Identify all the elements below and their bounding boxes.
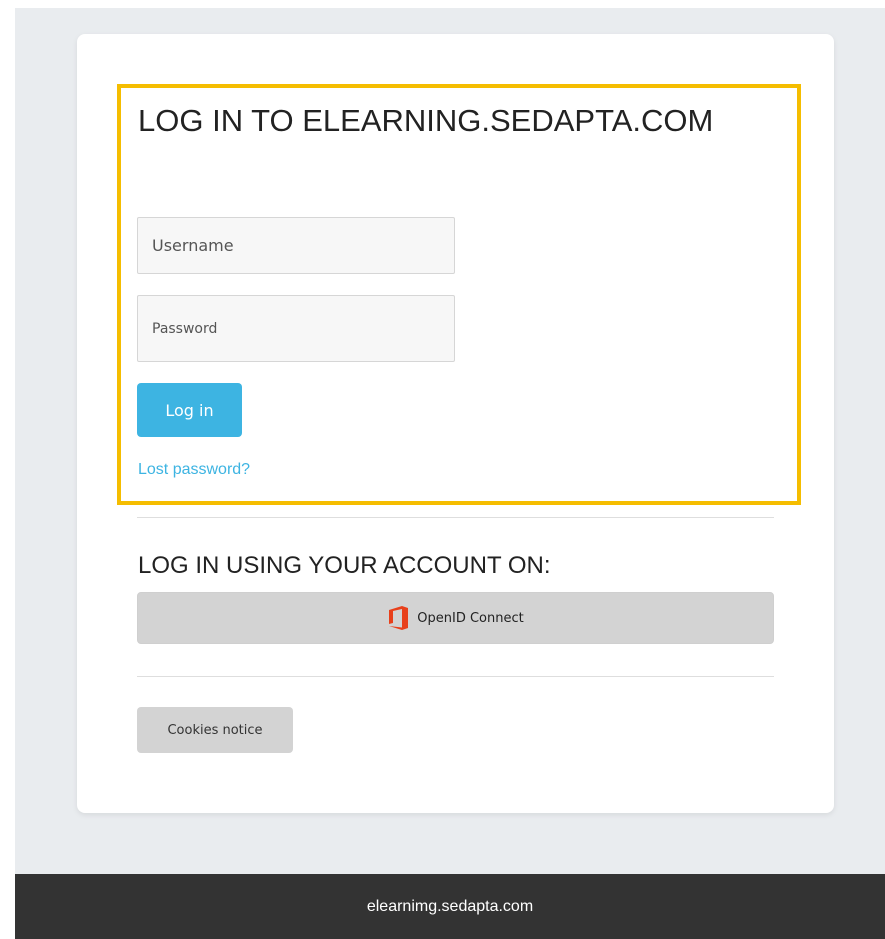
footer: elearnimg.sedapta.com [15, 874, 885, 939]
login-title: LOG IN TO ELEARNING.SEDAPTA.COM [138, 103, 714, 138]
divider [137, 517, 774, 518]
openid-connect-button[interactable]: OpenID Connect [137, 592, 774, 644]
password-input[interactable] [137, 295, 455, 362]
username-input[interactable] [137, 217, 455, 274]
divider [137, 676, 774, 677]
footer-text: elearnimg.sedapta.com [366, 897, 534, 915]
openid-connect-label: OpenID Connect [417, 610, 524, 626]
login-button[interactable]: Log in [137, 383, 242, 437]
external-login-title: LOG IN USING YOUR ACCOUNT ON: [138, 552, 551, 579]
lost-password-link[interactable]: Lost password? [138, 461, 250, 479]
office-icon [387, 605, 411, 631]
cookies-notice-button[interactable]: Cookies notice [137, 707, 293, 753]
